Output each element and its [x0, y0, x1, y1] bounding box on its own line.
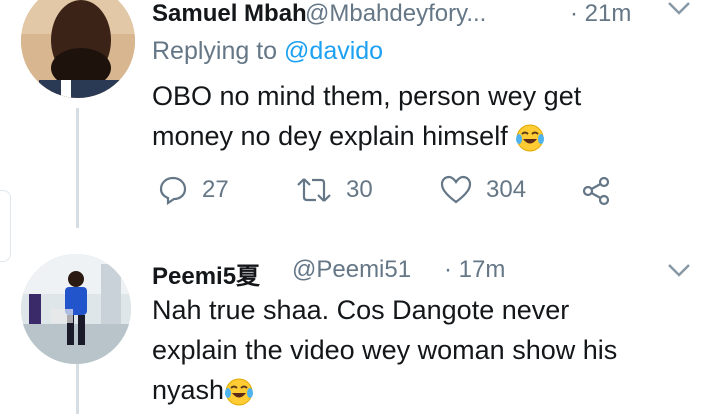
- chevron-down-icon[interactable]: [666, 262, 692, 278]
- retweet-icon: [297, 178, 331, 202]
- tweet-author-name[interactable]: Samuel Mbah: [152, 0, 307, 28]
- tweet-text-line: OBO no mind them, person wey get: [152, 81, 582, 111]
- tweet-text: Nah true shaa. Cos Dangote never explain…: [152, 290, 712, 410]
- tweet-text-line: Nah true shaa. Cos Dangote never: [152, 295, 570, 325]
- retweet-button[interactable]: 30: [296, 175, 373, 205]
- tweet-text-line: money no dey explain himself: [152, 116, 692, 156]
- thread-line: [76, 108, 79, 228]
- avatar-photo-icon: [21, 254, 131, 364]
- tweet-author-name[interactable]: Peemi5夏: [152, 256, 260, 291]
- like-button[interactable]: 304: [440, 175, 526, 205]
- reply-count: 27: [202, 176, 229, 203]
- chevron-down-icon[interactable]: [666, 0, 692, 16]
- heart-icon: [440, 175, 472, 204]
- tears-of-joy-emoji-icon: [225, 378, 254, 406]
- replying-to-mention[interactable]: @davido: [284, 37, 383, 65]
- side-panel-tab: [0, 190, 11, 262]
- tweet-timestamp[interactable]: · 21m: [570, 0, 631, 28]
- avatar[interactable]: [21, 0, 135, 98]
- reply-button[interactable]: 27: [158, 175, 229, 205]
- replying-to-label: Replying to: [152, 37, 285, 65]
- tweet-text-line: nyash: [152, 370, 712, 410]
- reply-icon: [159, 176, 187, 205]
- tweet-author-handle[interactable]: @Peemi51: [292, 256, 411, 284]
- tweet-timestamp[interactable]: · 17m: [444, 256, 505, 284]
- avatar[interactable]: [21, 254, 131, 364]
- replying-to: Replying to @davido: [152, 37, 383, 66]
- avatar-photo-icon: [21, 0, 135, 98]
- retweet-count: 30: [346, 176, 373, 203]
- tears-of-joy-emoji-icon: [516, 124, 545, 152]
- share-button[interactable]: [580, 175, 612, 207]
- tweet-text-line: explain the video wey woman show his: [152, 335, 618, 365]
- tweet-text: OBO no mind them, person wey get money n…: [152, 76, 692, 156]
- share-icon: [582, 176, 610, 206]
- tweet-author-handle[interactable]: @Mbahdeyfory...: [305, 0, 486, 28]
- like-count: 304: [486, 176, 527, 203]
